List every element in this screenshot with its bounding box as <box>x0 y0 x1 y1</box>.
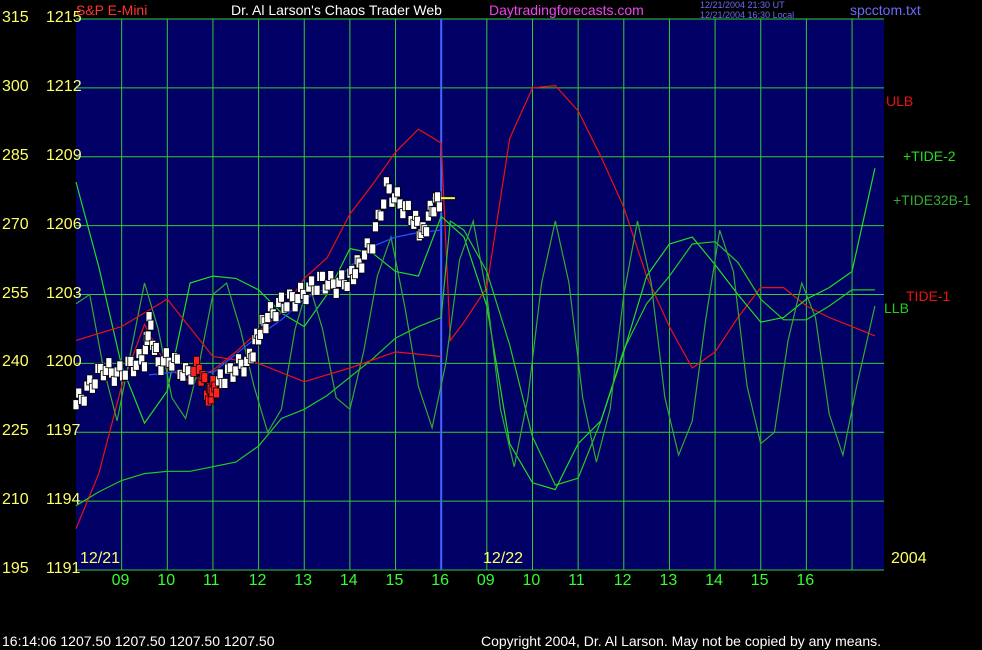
x-hour-label: 15 <box>385 572 404 589</box>
y-tick-outer: 270 <box>2 215 29 233</box>
y-tick-inner: 1215 <box>46 9 82 26</box>
price-bar <box>221 378 229 389</box>
y-tick-inner: 1212 <box>46 77 82 95</box>
price-bar <box>393 186 401 198</box>
price-bar <box>116 360 124 372</box>
price-bar <box>351 268 359 280</box>
price-bar <box>173 353 181 365</box>
price-bar <box>380 198 388 210</box>
y-tick-outer: 255 <box>2 284 29 302</box>
price-bar <box>404 200 412 211</box>
price-bar <box>213 387 221 399</box>
y-tick-outer: 315 <box>2 9 29 26</box>
y-tick-inner: 1197 <box>46 422 81 440</box>
y-tick-outer: 285 <box>2 146 29 164</box>
label-ulb: ULB <box>886 93 914 109</box>
price-bar <box>216 368 224 380</box>
timestamp-ut: 12/21/2004 21:30 UT <box>700 0 785 10</box>
price-bar <box>152 342 160 353</box>
price-bar <box>157 365 165 376</box>
y-tick-inner: 1194 <box>46 491 81 509</box>
chart-title: Dr. Al Larson's Chaos Trader Web <box>231 2 442 18</box>
copyright-notice: Copyright 2004, Dr. Al Larson. May not b… <box>481 633 882 649</box>
x-hour-label: 16 <box>431 572 449 589</box>
price-bar <box>358 262 366 274</box>
price-bar <box>144 330 152 342</box>
x-hour-label: 12 <box>613 572 632 589</box>
x-hour-label: 13 <box>659 572 678 589</box>
quote-readout: 16:14:06 1207.50 1207.50 1207.50 1207.50 <box>2 633 275 649</box>
price-bar <box>278 291 285 303</box>
x-hour-label: 11 <box>568 572 585 589</box>
x-hour-label: 09 <box>111 572 130 589</box>
timestamp-local: 12/21/2004 16:30 Local <box>700 10 795 20</box>
price-bar <box>141 344 149 356</box>
price-bar <box>343 281 351 292</box>
y-tick-inner: 1200 <box>46 353 82 371</box>
x-hour-label: 16 <box>796 572 815 589</box>
y-tick-inner: 1206 <box>46 215 82 233</box>
instrument-label: S&P E-Mini <box>76 2 148 18</box>
price-bar <box>91 378 99 390</box>
price-bar <box>302 294 310 305</box>
price-bar <box>272 311 280 323</box>
label-tide2: +TIDE-2 <box>903 148 956 164</box>
label-tide1: TIDE-1 <box>906 288 951 304</box>
price-bar <box>423 226 430 238</box>
y-tick-inner: 1209 <box>46 146 82 164</box>
price-bar <box>283 301 291 313</box>
price-bar <box>313 284 321 296</box>
price-bar <box>141 361 148 373</box>
x-hour-label: 10 <box>157 572 176 589</box>
price-bar <box>162 347 170 359</box>
x-hour-label: 10 <box>522 572 541 589</box>
date-label-day1: 12/21 <box>80 550 121 567</box>
price-bar <box>147 319 155 331</box>
price-bar <box>201 372 209 384</box>
x-hour-label: 11 <box>202 572 220 589</box>
label-tide32b: +TIDE32B-1 <box>893 192 971 208</box>
price-bar <box>434 191 441 203</box>
price-bar <box>369 243 377 255</box>
x-hour-label: 13 <box>294 572 313 589</box>
y-tick-inner: 1191 <box>46 560 81 577</box>
price-bar <box>332 287 340 299</box>
x-hour-label: 09 <box>476 572 495 589</box>
price-bar <box>435 201 443 213</box>
price-bar <box>240 366 248 378</box>
x-hour-label: 14 <box>705 572 723 589</box>
y-tick-outer: 195 <box>2 560 29 577</box>
y-tick-inner: 1203 <box>46 284 82 302</box>
price-bar <box>110 375 118 387</box>
price-bar <box>80 395 88 407</box>
y-tick-outer: 225 <box>2 422 29 440</box>
price-bar <box>372 221 379 233</box>
chaos-chart-screen: S&P E-Mini Dr. Al Larson's Chaos Trader … <box>0 0 982 650</box>
price-bar <box>121 369 129 381</box>
x-hour-label: 12 <box>248 572 267 589</box>
site-link[interactable]: Daytradingforecasts.com <box>489 3 644 17</box>
label-llb: LLB <box>884 300 909 316</box>
price-bar <box>385 183 393 195</box>
x-hour-label: 14 <box>339 572 358 589</box>
y-tick-outer: 300 <box>2 77 29 95</box>
price-bar <box>249 351 257 363</box>
price-bar <box>377 210 385 222</box>
price-bar <box>105 357 113 369</box>
price-bar <box>308 275 315 287</box>
year-label: 2004 <box>891 550 927 567</box>
x-hour-label: 15 <box>750 572 769 589</box>
y-tick-outer: 210 <box>2 491 29 509</box>
data-file-label: spcctom.txt <box>850 2 921 18</box>
y-tick-outer: 240 <box>2 353 29 371</box>
date-label-day2: 12/22 <box>483 550 524 567</box>
price-bar <box>262 323 270 335</box>
price-bar <box>338 269 346 281</box>
